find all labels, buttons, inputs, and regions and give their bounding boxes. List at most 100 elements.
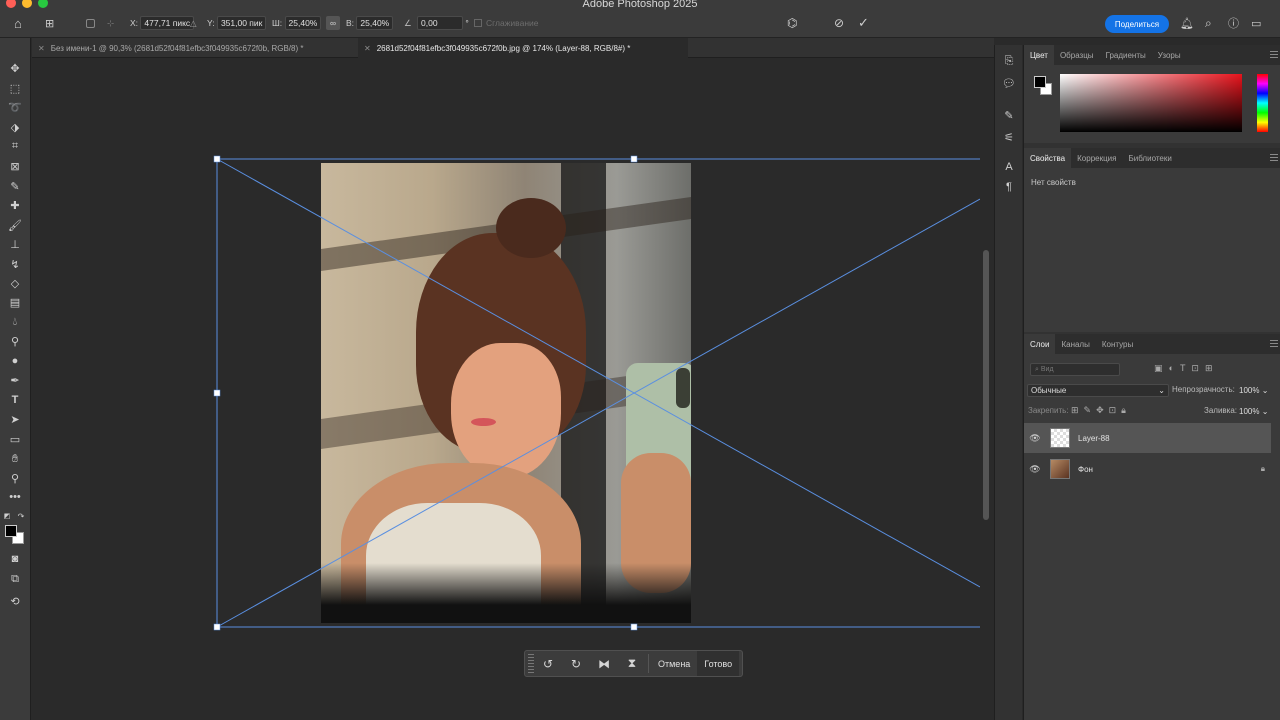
layer-row[interactable]: 👁︎ Фон 🔒︎ (1024, 454, 1271, 484)
tab-adjustments[interactable]: Коррекция (1071, 148, 1122, 168)
layer-name[interactable]: Layer-88 (1078, 434, 1110, 443)
search-icon[interactable]: ⌕ (1205, 16, 1212, 30)
eyedropper-tool-icon[interactable]: ✎ (6, 178, 24, 194)
quick-mask-icon[interactable]: ◙ (6, 551, 24, 567)
transform-handle-bottom-center[interactable] (630, 623, 638, 631)
layer-filter-icons[interactable]: ▣◐T⊡⊞ (1154, 363, 1219, 374)
swap-colors-icon[interactable]: ↷ (16, 508, 26, 524)
frame-tool-icon[interactable]: ⊠ (6, 158, 24, 174)
tab-channels[interactable]: Каналы (1055, 334, 1095, 354)
character-icon[interactable]: A (1002, 161, 1016, 175)
clone-stamp-tool-icon[interactable]: ⊥ (6, 236, 24, 252)
help-icon[interactable]: ⓘ (1228, 16, 1239, 30)
paragraph-icon[interactable]: ¶ (1002, 181, 1016, 195)
visibility-eye-icon[interactable]: 👁︎ (1024, 433, 1046, 444)
close-tab-icon[interactable]: ✕ (364, 44, 371, 53)
done-button[interactable]: Готово (697, 651, 740, 676)
color-picker-field[interactable] (1060, 74, 1242, 132)
panel-menu-icon[interactable] (1270, 340, 1278, 347)
layer-row[interactable]: 👁︎ Layer-88 (1024, 423, 1271, 453)
foreground-color-chip[interactable] (1034, 76, 1046, 88)
marquee-tool-icon[interactable]: ⬚ (6, 80, 24, 96)
lasso-tool-icon[interactable]: ➰ (6, 99, 24, 115)
width-input[interactable]: 25,40% (284, 16, 322, 30)
transform-handle-middle-left[interactable] (213, 389, 221, 397)
lock-icons[interactable]: ⊞✎✥⊡🔒︎ (1071, 405, 1131, 416)
fill-input[interactable]: 100% ⌄ (1239, 405, 1279, 418)
y-input[interactable]: 351,00 пик (216, 16, 267, 30)
reference-point-checkbox[interactable] (86, 16, 95, 30)
foreground-color-swatch[interactable] (5, 525, 17, 537)
commit-transform-icon[interactable]: ✓ (858, 15, 869, 30)
cancel-transform-icon[interactable]: ⊘ (834, 16, 844, 30)
healing-brush-tool-icon[interactable]: ✚ (6, 197, 24, 213)
zoom-tool-icon[interactable]: ⚲ (6, 470, 24, 486)
home-icon[interactable]: ⌂ (14, 16, 22, 31)
rotate-left-icon[interactable]: ↺ (534, 657, 562, 671)
blend-mode-select[interactable]: Обычные ⌄ (1027, 384, 1169, 397)
tab-libraries[interactable]: Библиотеки (1122, 148, 1177, 168)
scrollbar-thumb[interactable] (983, 250, 989, 520)
notifications-icon[interactable]: 🔔︎ (1180, 16, 1194, 30)
angle-input[interactable]: 0,00 (417, 16, 463, 30)
eraser-tool-icon[interactable]: ◇ (6, 275, 24, 291)
transform-bounding-box[interactable] (32, 59, 980, 720)
rotate-right-icon[interactable]: ↻ (562, 657, 590, 671)
panel-menu-icon[interactable] (1270, 154, 1278, 161)
reference-point-icon[interactable]: ⊞ (45, 16, 54, 30)
canvas-vertical-scrollbar[interactable] (982, 60, 990, 720)
lock-icon[interactable]: 🔒︎ (1261, 464, 1265, 474)
height-input[interactable]: 25,40% (356, 16, 394, 30)
object-selection-tool-icon[interactable]: ⬗ (6, 119, 24, 135)
workspace-icon[interactable]: ▭ (1251, 16, 1261, 30)
hand-tool-icon[interactable]: ✋︎ (6, 451, 24, 467)
transform-handle-top-left[interactable] (213, 155, 221, 163)
tab-active-image[interactable]: ✕ 2681d52f04f81efbc3f049935c672f0b.jpg @… (358, 38, 688, 58)
opacity-input[interactable]: 100% ⌄ (1239, 384, 1279, 397)
close-tab-icon[interactable]: ✕ (38, 44, 45, 53)
tab-properties[interactable]: Свойства (1024, 148, 1072, 168)
gradient-tool-icon[interactable]: ▤ (6, 294, 24, 310)
canvas-area[interactable] (32, 59, 980, 720)
tab-swatches[interactable]: Образцы (1054, 45, 1100, 65)
path-selection-tool-icon[interactable]: ➤ (6, 411, 24, 427)
warp-icon[interactable]: ⌬ (787, 16, 797, 30)
tab-patterns[interactable]: Узоры (1152, 45, 1187, 65)
transform-handle-top-center[interactable] (630, 155, 638, 163)
adjustments-icon[interactable]: ⚟ (1002, 131, 1016, 145)
comments-icon[interactable]: 💬︎ (1002, 77, 1016, 91)
flip-horizontal-icon[interactable]: ⧓ (590, 657, 618, 671)
tab-layers[interactable]: Слои (1024, 334, 1056, 354)
brush-tool-icon[interactable]: 🖌︎ (6, 217, 24, 233)
brush-settings-icon[interactable]: ✎ (1002, 109, 1016, 123)
type-tool-icon[interactable]: T (6, 392, 24, 408)
transform-handle-bottom-left[interactable] (213, 623, 221, 631)
crop-tool-icon[interactable]: ⌗ (6, 138, 24, 154)
rectangle-tool-icon[interactable]: ▭ (6, 431, 24, 447)
layer-name[interactable]: Фон (1078, 465, 1093, 474)
layer-search-field[interactable]: ⌕ Вид (1030, 363, 1120, 376)
cancel-button[interactable]: Отмена (651, 651, 697, 676)
history-icon[interactable]: ⎘ (1002, 55, 1016, 69)
screen-mode-icon[interactable]: ⧉ (6, 571, 24, 587)
x-input[interactable]: 477,71 пикс (140, 16, 195, 30)
more-tools-icon[interactable]: ••• (6, 489, 24, 505)
tab-untitled[interactable]: ✕ Без имени-1 @ 90,3% (2681d52f04f81efbc… (32, 38, 357, 58)
tab-paths[interactable]: Контуры (1096, 334, 1139, 354)
default-colors-icon[interactable]: ◩ (2, 508, 12, 524)
zoom-dodge-tool-icon[interactable]: ● (6, 353, 24, 369)
tab-color[interactable]: Цвет (1024, 45, 1054, 65)
history-brush-tool-icon[interactable]: ↯ (6, 256, 24, 272)
move-tool-icon[interactable]: ✥ (6, 60, 24, 76)
flip-vertical-icon[interactable]: ⧗ (618, 656, 646, 671)
hue-slider[interactable] (1257, 74, 1268, 132)
dodge-tool-icon[interactable]: ⚲ (6, 333, 24, 349)
panel-menu-icon[interactable] (1270, 51, 1278, 58)
visibility-eye-icon[interactable]: 👁︎ (1024, 464, 1046, 475)
smoothing-option[interactable]: Сглаживание (474, 16, 539, 30)
pen-tool-icon[interactable]: ✒︎ (6, 372, 24, 388)
relative-position-icon[interactable]: △ (190, 16, 197, 30)
tab-gradients[interactable]: Градиенты (1100, 45, 1152, 65)
link-icon[interactable]: ∞ (326, 16, 340, 30)
generative-icon[interactable]: ⟲ (6, 593, 24, 609)
